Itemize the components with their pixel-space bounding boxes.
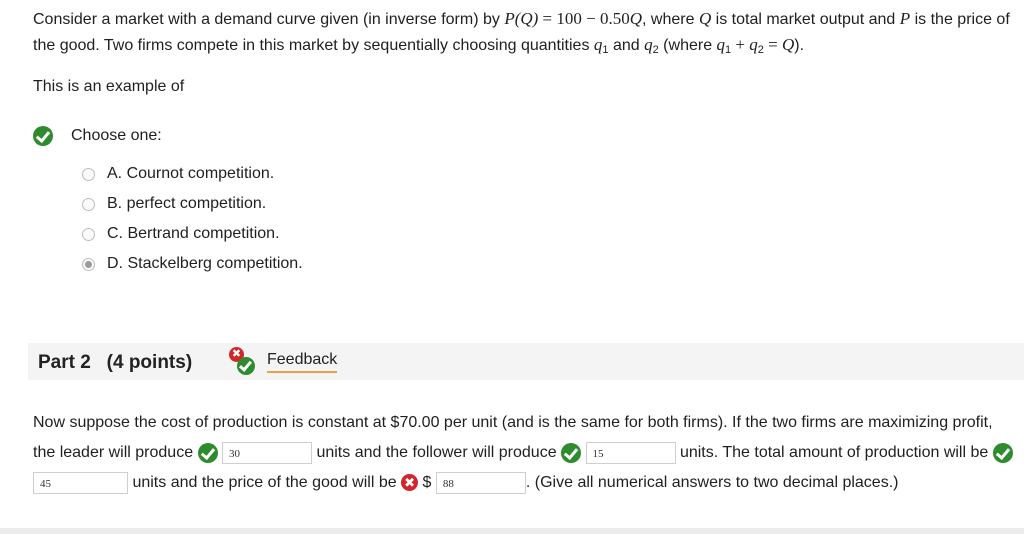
math-q: Q (629, 9, 643, 28)
correct-check-icon (33, 126, 53, 146)
option-d[interactable]: D. Stackelberg competition. (82, 249, 303, 279)
leader-quantity-input[interactable]: 30 (222, 441, 312, 464)
question-total-output: is total market output and (711, 11, 900, 28)
option-c[interactable]: C. Bertrand competition. (82, 219, 303, 249)
part2-follower-text: units and the follower will produce (316, 444, 557, 461)
math-equals: = (763, 35, 782, 54)
part-status-icon: ✖ (229, 347, 259, 377)
option-label: D. Stackelberg competition. (107, 255, 303, 272)
follower-quantity-input[interactable]: 15 (585, 441, 676, 464)
bottom-divider (0, 528, 1024, 534)
option-a[interactable]: A. Cournot competition. (82, 159, 303, 189)
radio-button[interactable] (82, 197, 95, 211)
question-intro: Consider a market with a demand curve gi… (33, 11, 505, 28)
math-q-total: Q (781, 35, 795, 54)
radio-button-selected[interactable] (82, 257, 95, 271)
currency-symbol: $ (422, 474, 432, 491)
radio-button[interactable] (82, 227, 95, 241)
total-quantity-input[interactable]: 45 (33, 471, 128, 494)
correct-check-icon (992, 442, 1013, 463)
correct-check-icon (197, 442, 218, 463)
answer-options: A. Cournot competition. B. perfect compe… (82, 159, 303, 279)
math-p: P (899, 9, 911, 28)
math-q2-letter-b: q (749, 35, 758, 54)
option-label: B. perfect competition. (107, 195, 267, 212)
math-equation: = 100 − 0.50 (538, 9, 630, 28)
question-text: Consider a market with a demand curve gi… (33, 6, 1018, 63)
option-b[interactable]: B. perfect competition. (82, 189, 303, 219)
correct-check-icon (561, 442, 582, 463)
price-input[interactable]: 88 (435, 471, 526, 494)
option-label: C. Bertrand competition. (107, 225, 280, 242)
math-plus: + (731, 35, 750, 54)
part2-price-text: units and the price of the good will be (132, 474, 397, 491)
math-q1-letter-b: q (716, 35, 726, 54)
correct-check-icon (237, 357, 255, 375)
math-q2-letter: q (644, 35, 653, 54)
math-q2: Q (698, 9, 712, 28)
math-pq: P(Q) (504, 9, 539, 28)
part-2-question: Now suppose the cost of production is co… (33, 408, 1018, 498)
part2-total-text: units. The total amount of production wi… (679, 444, 989, 461)
question-where2: (where (658, 37, 717, 54)
radio-button[interactable] (82, 167, 95, 181)
part2-instructions: . (Give all numerical answers to two dec… (525, 474, 899, 491)
question-end: ). (794, 37, 805, 54)
part-title: Part 2 (4 points) (38, 352, 192, 374)
option-label: A. Cournot competition. (107, 165, 275, 182)
choose-one-label: Choose one: (71, 127, 162, 145)
part-number: Part 2 (38, 352, 91, 373)
choose-one-header: Choose one: (33, 126, 162, 146)
incorrect-x-icon: ✖ (401, 474, 419, 492)
question-prompt: This is an example of (33, 78, 185, 95)
question-where: , where (642, 11, 699, 28)
part-2-header: Part 2 (4 points) ✖ Feedback (28, 343, 1024, 380)
question-and: and (608, 37, 645, 54)
part-points: (4 points) (106, 352, 193, 373)
feedback-link[interactable]: Feedback (267, 351, 338, 373)
